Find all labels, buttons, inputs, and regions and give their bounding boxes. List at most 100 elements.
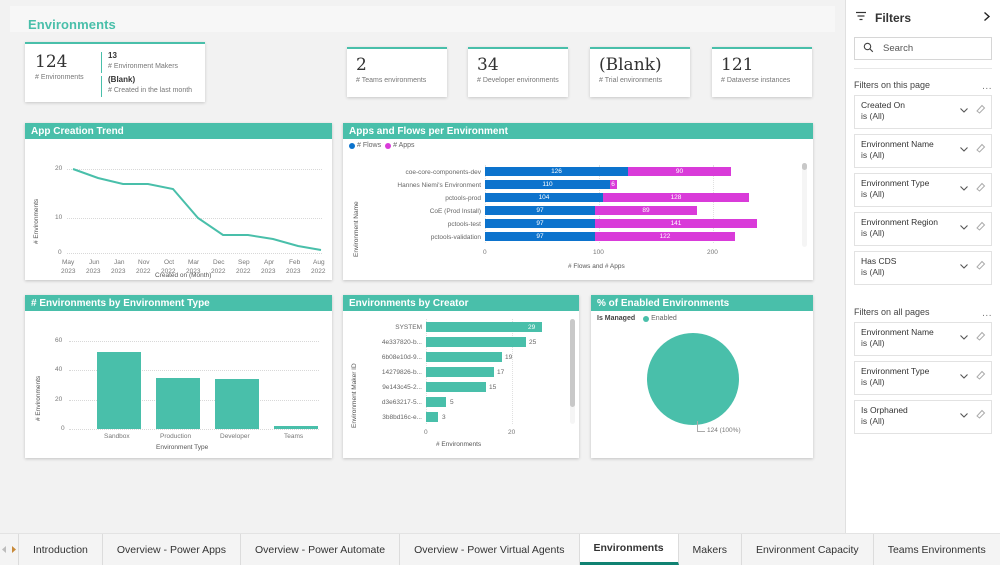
chevron-down-icon[interactable] (959, 368, 969, 386)
bar-sandbox[interactable] (97, 352, 141, 429)
pie-leader-line (697, 421, 698, 431)
app-creation-trend-visual[interactable]: App Creation Trend # Environments 20 10 … (25, 123, 332, 280)
tab-environment-capacity[interactable]: Environment Capacity (742, 534, 874, 565)
table-row[interactable] (426, 412, 438, 422)
table-row[interactable]: 97 89 (485, 206, 697, 215)
tab-overview-power-virtual-agents[interactable]: Overview - Power Virtual Agents (400, 534, 579, 565)
scrollbar-thumb[interactable] (802, 163, 807, 170)
clear-filter-icon[interactable] (975, 257, 986, 275)
bar-value: 3 (442, 414, 446, 421)
pct-enabled-environments-visual[interactable]: % of Enabled Environments Is Managed Ena… (591, 295, 813, 458)
clear-filter-icon[interactable] (975, 101, 986, 119)
dataverse-instances-card[interactable]: 121 # Dataverse instances (712, 47, 812, 97)
report-canvas: Environments 124 # Environments 13 # Env… (0, 0, 845, 533)
page-title: Environments (28, 17, 116, 32)
kpi-metric: 34 # Developer environments (477, 57, 559, 84)
filter-card-environment-region[interactable]: Environment Region is (All) (854, 212, 992, 246)
bar-value: 5 (450, 399, 454, 406)
teams-environments-card[interactable]: 2 # Teams environments (347, 47, 447, 97)
filter-card-has-cds[interactable]: Has CDS is (All) (854, 251, 992, 285)
apps-and-flows-visual[interactable]: Apps and Flows per Environment # Flows #… (343, 123, 813, 280)
chevron-down-icon[interactable] (959, 141, 969, 159)
table-row[interactable] (426, 322, 542, 332)
filter-card-all-environment-type[interactable]: Environment Type is (All) (854, 361, 992, 395)
clear-filter-icon[interactable] (975, 140, 986, 158)
column-chart: # Environments 60 40 20 0 Sandbox Produc… (25, 311, 332, 458)
filter-card-created-on[interactable]: Created On is (All) (854, 95, 992, 129)
trial-environments-card[interactable]: (Blank) # Trial environments (590, 47, 690, 97)
chevron-down-icon[interactable] (959, 102, 969, 120)
table-row[interactable]: 126 90 (485, 167, 731, 176)
filter-card-environment-type[interactable]: Environment Type is (All) (854, 173, 992, 207)
table-row[interactable]: 97 122 (485, 232, 735, 241)
chevron-right-icon[interactable] (981, 11, 992, 25)
kpi-metric: (Blank) # Trial environments (599, 57, 662, 84)
environments-summary-card[interactable]: 124 # Environments 13 # Environment Make… (25, 42, 205, 102)
filter-group-title: Filters on this page (854, 80, 930, 90)
clear-filter-icon[interactable] (975, 328, 986, 346)
tab-environments[interactable]: Environments (580, 534, 679, 565)
filter-card-environment-name[interactable]: Environment Name is (All) (854, 134, 992, 168)
chevron-down-icon[interactable] (959, 180, 969, 198)
chevron-down-icon[interactable] (959, 258, 969, 276)
bar-value: 15 (489, 384, 496, 391)
bar-developer[interactable] (215, 379, 259, 429)
table-row[interactable] (426, 352, 502, 362)
clear-filter-icon[interactable] (975, 218, 986, 236)
bar-segment-flows: 126 (485, 167, 628, 176)
table-row[interactable]: 110 6 (485, 180, 617, 189)
legend-item-apps[interactable]: # Apps (385, 142, 414, 149)
chevron-down-icon[interactable] (959, 407, 969, 425)
table-row[interactable] (426, 382, 486, 392)
more-options-icon[interactable]: ... (982, 311, 992, 317)
environments-by-creator-visual[interactable]: Environments by Creator Environment Make… (343, 295, 579, 458)
clear-filter-icon[interactable] (975, 406, 986, 424)
more-options-icon[interactable]: ... (982, 84, 992, 90)
x-axis-title: # Flows and # Apps (568, 263, 625, 270)
clear-filter-icon[interactable] (975, 179, 986, 197)
y-axis-title: Environment Name (353, 201, 360, 257)
tab-teams-environments[interactable]: Teams Environments (874, 534, 1000, 565)
chevron-down-icon[interactable] (959, 219, 969, 237)
table-row[interactable] (426, 397, 446, 407)
category-label: CoE (Prod Install) (361, 208, 481, 215)
tab-makers[interactable]: Makers (679, 534, 742, 565)
legend-item-flows[interactable]: # Flows (349, 142, 381, 149)
environments-by-type-visual[interactable]: # Environments by Environment Type # Env… (25, 295, 332, 458)
tab-introduction[interactable]: Introduction (19, 534, 103, 565)
category-label: 6b08e10d-9... (357, 354, 422, 361)
vertical-scrollbar[interactable] (802, 163, 807, 247)
chevron-left-icon[interactable] (0, 541, 9, 559)
table-row[interactable]: 97 141 (485, 219, 757, 228)
search-input[interactable]: Search (854, 37, 992, 60)
kpi-label: # Environment Makers (108, 63, 178, 70)
power-bi-report: Environments 124 # Environments 13 # Env… (0, 0, 1000, 565)
filter-card-all-environment-name[interactable]: Environment Name is (All) (854, 322, 992, 356)
table-row[interactable] (426, 337, 526, 347)
developer-environments-card[interactable]: 34 # Developer environments (468, 47, 568, 97)
tab-label: Environment Capacity (756, 544, 859, 556)
legend-item-enabled[interactable]: Enabled (643, 315, 677, 322)
table-row[interactable] (426, 367, 494, 377)
bar-production[interactable] (156, 378, 200, 429)
filter-card-is-orphaned[interactable]: Is Orphaned is (All) (854, 400, 992, 434)
tab-overview-power-automate[interactable]: Overview - Power Automate (241, 534, 400, 565)
chevron-right-icon[interactable] (9, 541, 18, 559)
scrollbar-thumb[interactable] (570, 319, 575, 407)
visual-title: # Environments by Environment Type (25, 295, 332, 311)
pie-slice-enabled[interactable] (647, 333, 739, 425)
bar-segment-flows: 97 (485, 219, 595, 228)
bar-teams[interactable] (274, 426, 318, 429)
clear-filter-icon[interactable] (975, 367, 986, 385)
search-icon (863, 40, 874, 58)
tab-overview-power-apps[interactable]: Overview - Power Apps (103, 534, 241, 565)
table-row[interactable]: 104 128 (485, 193, 749, 202)
bar-segment-apps: 122 (595, 232, 735, 241)
chevron-down-icon[interactable] (959, 329, 969, 347)
kpi-label: # Dataverse instances (721, 77, 790, 84)
bar-value: 128 (671, 194, 682, 201)
kpi-metric: 13 # Environment Makers (108, 52, 178, 70)
legend: # Flows # Apps (349, 142, 415, 149)
kpi-metric: 121 # Dataverse instances (721, 57, 790, 84)
vertical-scrollbar[interactable] (570, 319, 575, 424)
